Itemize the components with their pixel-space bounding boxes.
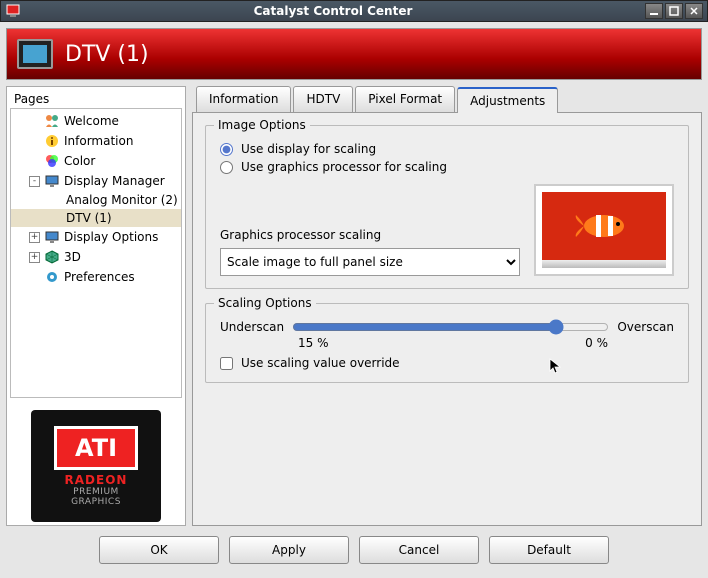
override-checkbox[interactable]	[220, 357, 233, 370]
tree-item-label: Display Options	[64, 230, 158, 244]
tree-expander[interactable]: +	[29, 232, 40, 243]
tree-item-3d[interactable]: +3D	[11, 247, 181, 267]
ati-radeon-text: RADEON	[65, 473, 128, 487]
radio-gpu-scaling-input[interactable]	[220, 161, 233, 174]
underscan-label: Underscan	[220, 320, 284, 334]
tab-information[interactable]: Information	[196, 86, 291, 112]
tree-expander	[29, 156, 40, 167]
main-panel: InformationHDTVPixel FormatAdjustments I…	[192, 86, 702, 526]
scaling-options-group: Scaling Options Underscan Overscan 15 % …	[205, 303, 689, 383]
tab-adjustments[interactable]: Adjustments	[457, 87, 558, 113]
maximize-button[interactable]	[665, 3, 683, 19]
radio-gpu-scaling-label: Use graphics processor for scaling	[241, 160, 447, 174]
tick-left: 15 %	[298, 336, 329, 350]
tree-expander[interactable]: +	[29, 252, 40, 263]
tree-item-dtv-1-[interactable]: DTV (1)	[11, 209, 181, 227]
tab-pixel-format[interactable]: Pixel Format	[355, 86, 455, 112]
radio-display-scaling-label: Use display for scaling	[241, 142, 376, 156]
people-icon	[44, 113, 60, 129]
overscan-label: Overscan	[617, 320, 674, 334]
ok-button[interactable]: OK	[99, 536, 219, 564]
color-icon	[44, 153, 60, 169]
tree-item-label: Preferences	[64, 270, 135, 284]
tree-expander	[29, 116, 40, 127]
info-icon	[44, 133, 60, 149]
tree-item-preferences[interactable]: Preferences	[11, 267, 181, 287]
default-button[interactable]: Default	[489, 536, 609, 564]
ati-badge: ATI RADEON PREMIUM GRAPHICS	[31, 410, 161, 522]
ati-premium-text: PREMIUM	[73, 487, 119, 497]
3d-icon	[44, 249, 60, 265]
tree-item-label: Display Manager	[64, 174, 165, 188]
tree-item-label: 3D	[64, 250, 81, 264]
page-title: DTV (1)	[65, 42, 149, 67]
tree-item-display-options[interactable]: + Display Options	[11, 227, 181, 247]
scale-mode-select[interactable]: Scale image to full panel size	[220, 248, 520, 276]
radio-display-scaling[interactable]: Use display for scaling	[220, 142, 674, 156]
tree-expander[interactable]: -	[29, 176, 40, 187]
override-checkbox-row[interactable]: Use scaling value override	[220, 356, 674, 370]
sidebar-label: Pages	[10, 90, 182, 108]
minimize-button[interactable]	[645, 3, 663, 19]
tree-item-analog-monitor-2-[interactable]: Analog Monitor (2)	[11, 191, 181, 209]
tree-expander	[51, 213, 62, 224]
tab-content: Image Options Use display for scaling Us…	[192, 112, 702, 526]
tree-expander	[29, 136, 40, 147]
tree-item-information[interactable]: Information	[11, 131, 181, 151]
tree-expander	[51, 195, 62, 206]
dialog-buttons: OK Apply Cancel Default	[0, 526, 708, 574]
image-options-legend: Image Options	[214, 118, 310, 132]
radio-display-scaling-input[interactable]	[220, 143, 233, 156]
app-icon	[5, 3, 21, 19]
tree-expander	[29, 272, 40, 283]
page-banner: DTV (1)	[6, 28, 702, 80]
sidebar: Pages Welcome Information Color - Display Ma…	[6, 86, 186, 526]
tree-item-label: DTV (1)	[66, 211, 112, 225]
ati-logo-box: ATI	[54, 426, 138, 470]
tree-item-color[interactable]: Color	[11, 151, 181, 171]
scaling-options-legend: Scaling Options	[214, 296, 316, 310]
window-title: Catalyst Control Center	[25, 4, 641, 18]
tree-item-label: Analog Monitor (2)	[66, 193, 178, 207]
tree-item-welcome[interactable]: Welcome	[11, 111, 181, 131]
gpu-scaling-label: Graphics processor scaling	[220, 228, 520, 242]
tree-item-label: Information	[64, 134, 133, 148]
preview-screen	[542, 192, 666, 260]
clownfish-icon	[574, 207, 634, 245]
tree-item-label: Color	[64, 154, 95, 168]
preview-stand	[542, 260, 666, 268]
display-preview	[534, 184, 674, 276]
apply-button[interactable]: Apply	[229, 536, 349, 564]
tab-hdtv[interactable]: HDTV	[293, 86, 353, 112]
ati-graphics-text: GRAPHICS	[71, 497, 121, 507]
tree-item-label: Welcome	[64, 114, 119, 128]
banner-monitor-icon	[17, 39, 53, 69]
monitor-icon	[44, 229, 60, 245]
monitor-icon	[44, 173, 60, 189]
override-label: Use scaling value override	[241, 356, 400, 370]
tab-bar: InformationHDTVPixel FormatAdjustments	[196, 86, 702, 112]
close-button[interactable]	[685, 3, 703, 19]
tree-item-display-manager[interactable]: - Display Manager	[11, 171, 181, 191]
scaling-slider[interactable]	[292, 318, 609, 336]
pages-tree[interactable]: Welcome Information Color - Display Manager A…	[10, 108, 182, 398]
gear-icon	[44, 269, 60, 285]
image-options-group: Image Options Use display for scaling Us…	[205, 125, 689, 289]
radio-gpu-scaling[interactable]: Use graphics processor for scaling	[220, 160, 674, 174]
tick-right: 0 %	[585, 336, 608, 350]
titlebar: Catalyst Control Center	[0, 0, 708, 22]
cancel-button[interactable]: Cancel	[359, 536, 479, 564]
